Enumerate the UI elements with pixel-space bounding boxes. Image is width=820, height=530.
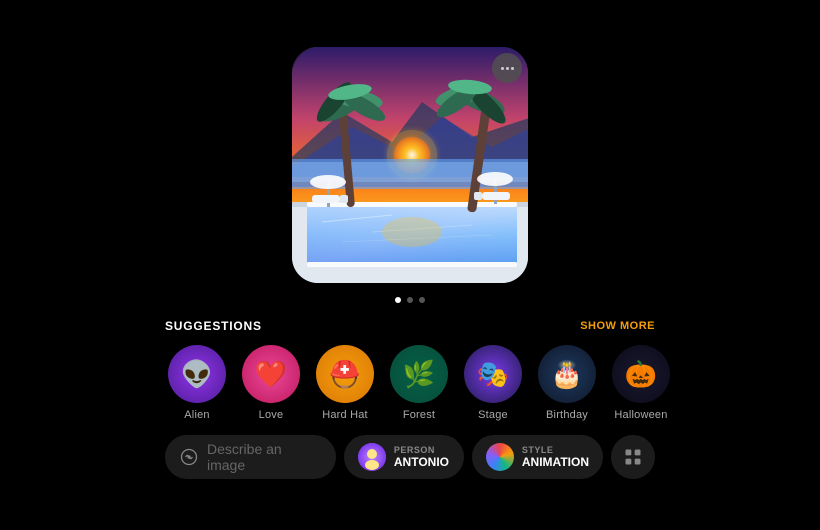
suggestion-item-stage[interactable]: 🎭 Stage xyxy=(461,345,525,421)
suggestion-icon-forest: 🌿 xyxy=(390,345,448,403)
suggestion-label-love: Love xyxy=(259,409,284,421)
person-avatar-icon xyxy=(358,443,386,471)
suggestions-header: SUGGESTIONS SHOW MORE xyxy=(165,319,655,333)
person-value: ANTONIO xyxy=(394,455,449,469)
suggestion-label-hardhat: Hard Hat xyxy=(322,409,368,421)
describe-icon xyxy=(179,447,199,467)
suggestion-icon-halloween: 🎃 xyxy=(612,345,670,403)
bottom-toolbar: Describe an image PERSON ANTONIO xyxy=(0,435,820,479)
suggestion-label-halloween: Halloween xyxy=(614,409,667,421)
image-wrapper xyxy=(292,47,530,285)
suggestions-grid: 👽 Alien ❤️ Love ⛑️ Hard Hat 🌿 Forest 🎭 Stage 🎂 Birt… xyxy=(165,345,655,421)
pagination xyxy=(395,297,425,303)
suggestion-label-forest: Forest xyxy=(403,409,435,421)
suggestion-icon-birthday: 🎂 xyxy=(538,345,596,403)
image-card xyxy=(290,45,530,285)
suggestion-label-alien: Alien xyxy=(184,409,209,421)
style-value: ANIMATION xyxy=(522,455,589,469)
suggestion-item-halloween[interactable]: 🎃 Halloween xyxy=(609,345,673,421)
gallery-button[interactable] xyxy=(611,435,655,479)
style-orb-icon xyxy=(486,443,514,471)
more-button[interactable] xyxy=(492,53,522,83)
style-label: STYLE ANIMATION xyxy=(522,445,589,469)
suggestion-icon-hardhat: ⛑️ xyxy=(316,345,374,403)
gallery-icon xyxy=(623,447,643,467)
suggestion-icon-stage: 🎭 xyxy=(464,345,522,403)
suggestion-item-forest[interactable]: 🌿 Forest xyxy=(387,345,451,421)
suggestion-label-stage: Stage xyxy=(478,409,508,421)
suggestion-icon-alien: 👽 xyxy=(168,345,226,403)
image-container xyxy=(290,45,530,285)
suggestion-item-hardhat[interactable]: ⛑️ Hard Hat xyxy=(313,345,377,421)
person-avatar xyxy=(358,443,386,471)
person-pill[interactable]: PERSON ANTONIO xyxy=(344,435,464,479)
style-pill[interactable]: STYLE ANIMATION xyxy=(472,435,603,479)
more-dots-icon xyxy=(501,67,514,70)
person-category: PERSON xyxy=(394,445,449,455)
suggestions-title: SUGGESTIONS xyxy=(165,319,262,333)
describe-text: Describe an image xyxy=(207,441,322,473)
suggestion-item-birthday[interactable]: 🎂 Birthday xyxy=(535,345,599,421)
describe-input[interactable]: Describe an image xyxy=(165,435,336,479)
show-more-button[interactable]: SHOW MORE xyxy=(580,320,655,332)
suggestion-item-alien[interactable]: 👽 Alien xyxy=(165,345,229,421)
suggestion-label-birthday: Birthday xyxy=(546,409,588,421)
style-category: STYLE xyxy=(522,445,589,455)
pagination-dot-2[interactable] xyxy=(407,297,413,303)
suggestion-item-love[interactable]: ❤️ Love xyxy=(239,345,303,421)
pagination-dot-3[interactable] xyxy=(419,297,425,303)
pagination-dot-1[interactable] xyxy=(395,297,401,303)
suggestion-icon-love: ❤️ xyxy=(242,345,300,403)
person-label: PERSON ANTONIO xyxy=(394,445,449,469)
suggestions-section: SUGGESTIONS SHOW MORE 👽 Alien ❤️ Love ⛑️ Hard… xyxy=(0,319,820,421)
